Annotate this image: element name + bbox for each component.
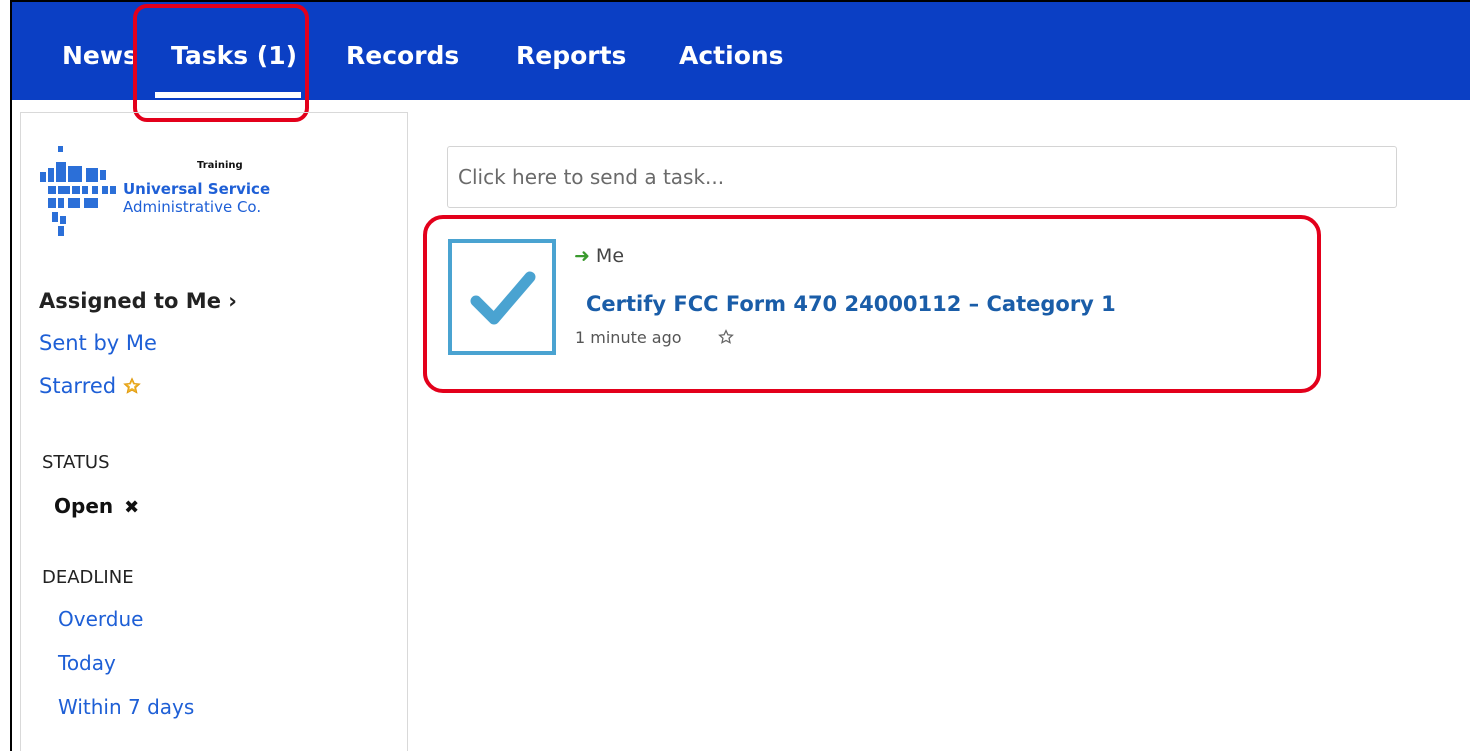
task-title-link[interactable]: Certify FCC Form 470 24000112 – Category… xyxy=(586,292,1116,316)
logo-training-label: Training xyxy=(197,160,243,171)
arrow-right-icon: ➜ xyxy=(574,245,590,267)
task-timestamp: 1 minute ago xyxy=(575,328,682,347)
deadline-header: DEADLINE xyxy=(42,567,134,588)
send-task-input[interactable] xyxy=(447,146,1397,208)
status-filter-open[interactable]: Open ✖ xyxy=(54,494,139,518)
star-icon xyxy=(123,377,141,394)
logo-name-line2: Administrative Co. xyxy=(123,198,262,216)
task-assignee: ➜ Me xyxy=(574,245,624,267)
active-tab-indicator xyxy=(155,92,301,98)
tab-actions[interactable]: Actions xyxy=(679,0,784,98)
sidebar-item-sent-by-me[interactable]: Sent by Me xyxy=(39,331,157,355)
star-outline-icon[interactable] xyxy=(718,329,734,345)
sidebar-item-assigned-to-me[interactable]: Assigned to Me › xyxy=(39,289,237,313)
tab-reports[interactable]: Reports xyxy=(516,0,626,98)
tab-tasks[interactable]: Tasks (1) xyxy=(171,0,297,98)
tab-records[interactable]: Records xyxy=(346,0,459,98)
sidebar-item-label: Starred xyxy=(39,374,117,398)
assignee-label: Me xyxy=(595,245,625,267)
deadline-filter-overdue[interactable]: Overdue xyxy=(58,607,143,631)
close-icon[interactable]: ✖ xyxy=(124,497,139,518)
checkmark-icon xyxy=(470,271,536,325)
tab-news[interactable]: News xyxy=(62,0,138,98)
status-open-label: Open xyxy=(54,494,114,518)
sidebar-item-starred[interactable]: Starred xyxy=(39,374,141,398)
deadline-filter-within-7-days[interactable]: Within 7 days xyxy=(58,695,194,719)
status-header: STATUS xyxy=(42,452,110,473)
logo-name-line1: Universal Service xyxy=(123,180,271,198)
task-complete-checkbox[interactable] xyxy=(448,239,556,355)
deadline-filter-today[interactable]: Today xyxy=(58,651,116,675)
